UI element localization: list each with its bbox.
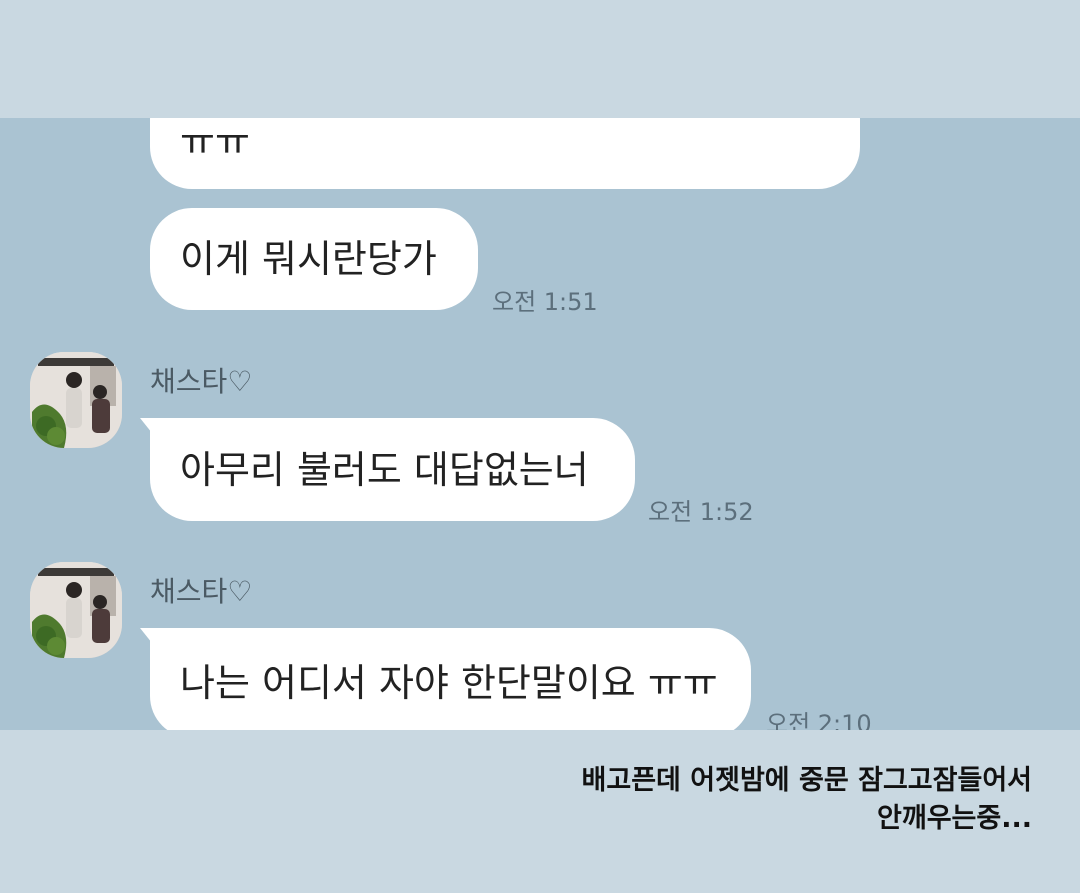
message-text: 이게 뭐시란당가	[180, 237, 437, 281]
chat-area[interactable]: ㅠㅠ 이게 뭐시란당가 오전 1:51 채스타♡ 아무리 불러도 대답없는너 오…	[0, 118, 1080, 730]
message-text: 아무리 불러도 대답없는너	[180, 447, 589, 492]
avatar[interactable]	[30, 352, 122, 448]
avatar-photo	[30, 352, 122, 448]
avatar-photo	[30, 562, 122, 658]
caption-line: 배고픈데 어젯밤에 중문 잠그고잠들어서	[581, 765, 1032, 796]
bubble-tail	[140, 628, 156, 648]
top-band	[0, 0, 1080, 118]
message-time: 오전 1:51	[492, 288, 598, 316]
message-time: 오전 1:52	[648, 498, 754, 526]
sender-name: 채스타♡	[150, 365, 253, 398]
message-time: 오전 2:10	[766, 710, 872, 730]
message-text: 나는 어디서 자야 한단말이요 ㅠㅠ	[180, 661, 718, 705]
message-bubble[interactable]: 아무리 불러도 대답없는너	[140, 418, 635, 521]
message-bubble[interactable]: 나는 어디서 자야 한단말이요 ㅠㅠ	[140, 628, 751, 730]
caption-line: 안깨우는중...	[877, 803, 1032, 834]
message-bubble[interactable]: 이게 뭐시란당가	[150, 208, 478, 310]
avatar[interactable]	[30, 562, 122, 658]
sender-name: 채스타♡	[150, 575, 253, 608]
message-text: ㅠㅠ	[180, 120, 250, 164]
bubble-tail	[140, 418, 156, 438]
message-bubble[interactable]: ㅠㅠ	[150, 118, 860, 189]
story-caption: 배고픈데 어젯밤에 중문 잠그고잠들어서 안깨우는중...	[582, 762, 1032, 838]
